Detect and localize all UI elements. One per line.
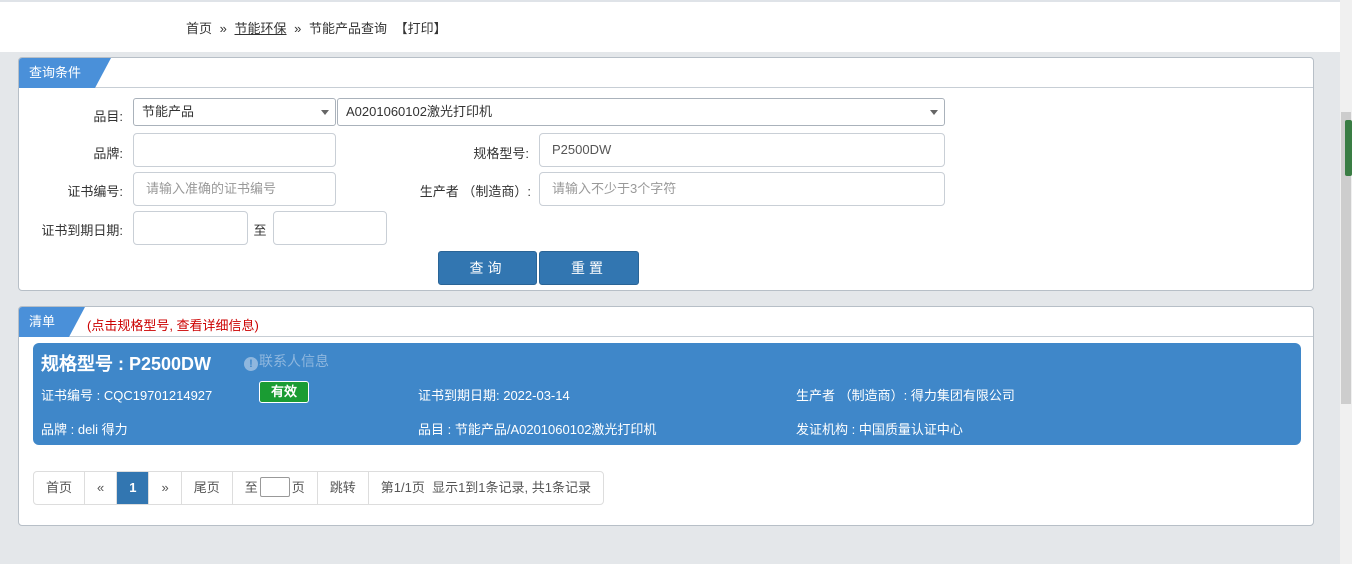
result-model-link[interactable]: 规格型号 : P2500DW	[41, 350, 211, 376]
pager-goto: 至页	[233, 472, 318, 504]
category-label: 品目:	[93, 109, 123, 124]
pager-goto-prefix: 至	[244, 480, 258, 495]
category-select-value: 节能产品	[142, 104, 195, 119]
model-label: 规格型号:	[473, 146, 529, 161]
breadcrumb-home[interactable]: 首页	[186, 21, 212, 36]
breadcrumb-current: 节能产品查询	[309, 21, 388, 36]
brand-input[interactable]	[133, 133, 336, 167]
query-panel: 查询条件 品目: 节能产品 A0201060102激光打印机 品牌: 规格型号:…	[18, 57, 1314, 291]
print-link[interactable]: 【打印】	[395, 21, 447, 36]
subcategory-select-value: A0201060102激光打印机	[346, 104, 492, 119]
model-input[interactable]: P2500DW	[539, 133, 945, 167]
expiry-from-input[interactable]	[133, 211, 248, 245]
expiry-to-label: 至	[253, 223, 267, 238]
list-panel-tab: 清单	[19, 307, 86, 337]
maker-label: 生产者 （制造商）:	[419, 184, 531, 199]
search-button[interactable]: 查询	[438, 251, 537, 285]
cert-no-input[interactable]: 请输入准确的证书编号	[133, 172, 336, 206]
reset-button[interactable]: 重置	[539, 251, 639, 285]
expiry-to-input[interactable]	[273, 211, 387, 245]
pager-next[interactable]: »	[149, 472, 182, 504]
cert-no-label: 证书编号:	[67, 184, 123, 199]
maker-input[interactable]: 请输入不少于3个字符	[539, 172, 945, 206]
side-indicator	[1345, 120, 1352, 176]
chevron-down-icon	[930, 110, 938, 115]
breadcrumb: 首页 » 节能环保 » 节能产品查询 【打印】	[186, 18, 447, 37]
result-expiry: 证书到期日期: 2022-03-14	[418, 388, 570, 403]
pager-goto-suffix: 页	[291, 480, 305, 495]
category-select[interactable]: 节能产品	[133, 98, 336, 126]
page-scrollbar[interactable]	[1340, 0, 1352, 564]
pager-page-1[interactable]: 1	[117, 472, 150, 504]
list-hint: (点击规格型号, 查看详细信息)	[87, 318, 259, 333]
pager-info: 第1/1页 显示1到1条记录, 共1条记录	[380, 480, 591, 495]
chevron-down-icon	[321, 110, 329, 115]
top-bar: 首页 » 节能环保 » 节能产品查询 【打印】	[0, 0, 1340, 52]
pagination: 首页 « 1 » 尾页 至页 跳转 第1/1页 显示1到1条记录, 共1条记录	[33, 471, 604, 505]
breadcrumb-separator: »	[294, 21, 302, 36]
subcategory-select[interactable]: A0201060102激光打印机	[337, 98, 945, 126]
list-panel-header: 清单 (点击规格型号, 查看详细信息)	[19, 307, 1313, 337]
pager-goto-input[interactable]	[259, 477, 290, 497]
expiry-label: 证书到期日期:	[41, 223, 123, 238]
result-brand: 品牌 : deli 得力	[41, 422, 128, 437]
contact-info-link[interactable]: ! 联系人信息	[244, 351, 329, 371]
breadcrumb-separator: »	[219, 21, 227, 36]
result-issuer: 发证机构 : 中国质量认证中心	[796, 422, 963, 437]
brand-label: 品牌:	[93, 146, 123, 161]
status-badge: 有效	[259, 381, 309, 403]
result-category: 品目 : 节能产品/A0201060102激光打印机	[418, 422, 657, 437]
info-icon: !	[244, 357, 258, 371]
breadcrumb-category-link[interactable]: 节能环保	[235, 21, 287, 36]
result-maker: 生产者 （制造商）: 得力集团有限公司	[796, 388, 1015, 403]
query-panel-header: 查询条件	[19, 58, 1313, 88]
pager-prev[interactable]: «	[85, 472, 118, 504]
result-card: 规格型号 : P2500DW ! 联系人信息 证书编号 : CQC19701214…	[33, 343, 1301, 445]
pager-jump-button[interactable]: 跳转	[318, 472, 369, 504]
contact-info-label: 联系人信息	[259, 353, 329, 369]
result-cert-no: 证书编号 : CQC19701214927	[41, 388, 213, 403]
pager-first[interactable]: 首页	[34, 472, 86, 504]
pager-last[interactable]: 尾页	[182, 472, 233, 504]
list-panel: 清单 (点击规格型号, 查看详细信息) 规格型号 : P2500DW ! 联系人信…	[18, 306, 1314, 526]
query-panel-tab: 查询条件	[19, 58, 112, 88]
